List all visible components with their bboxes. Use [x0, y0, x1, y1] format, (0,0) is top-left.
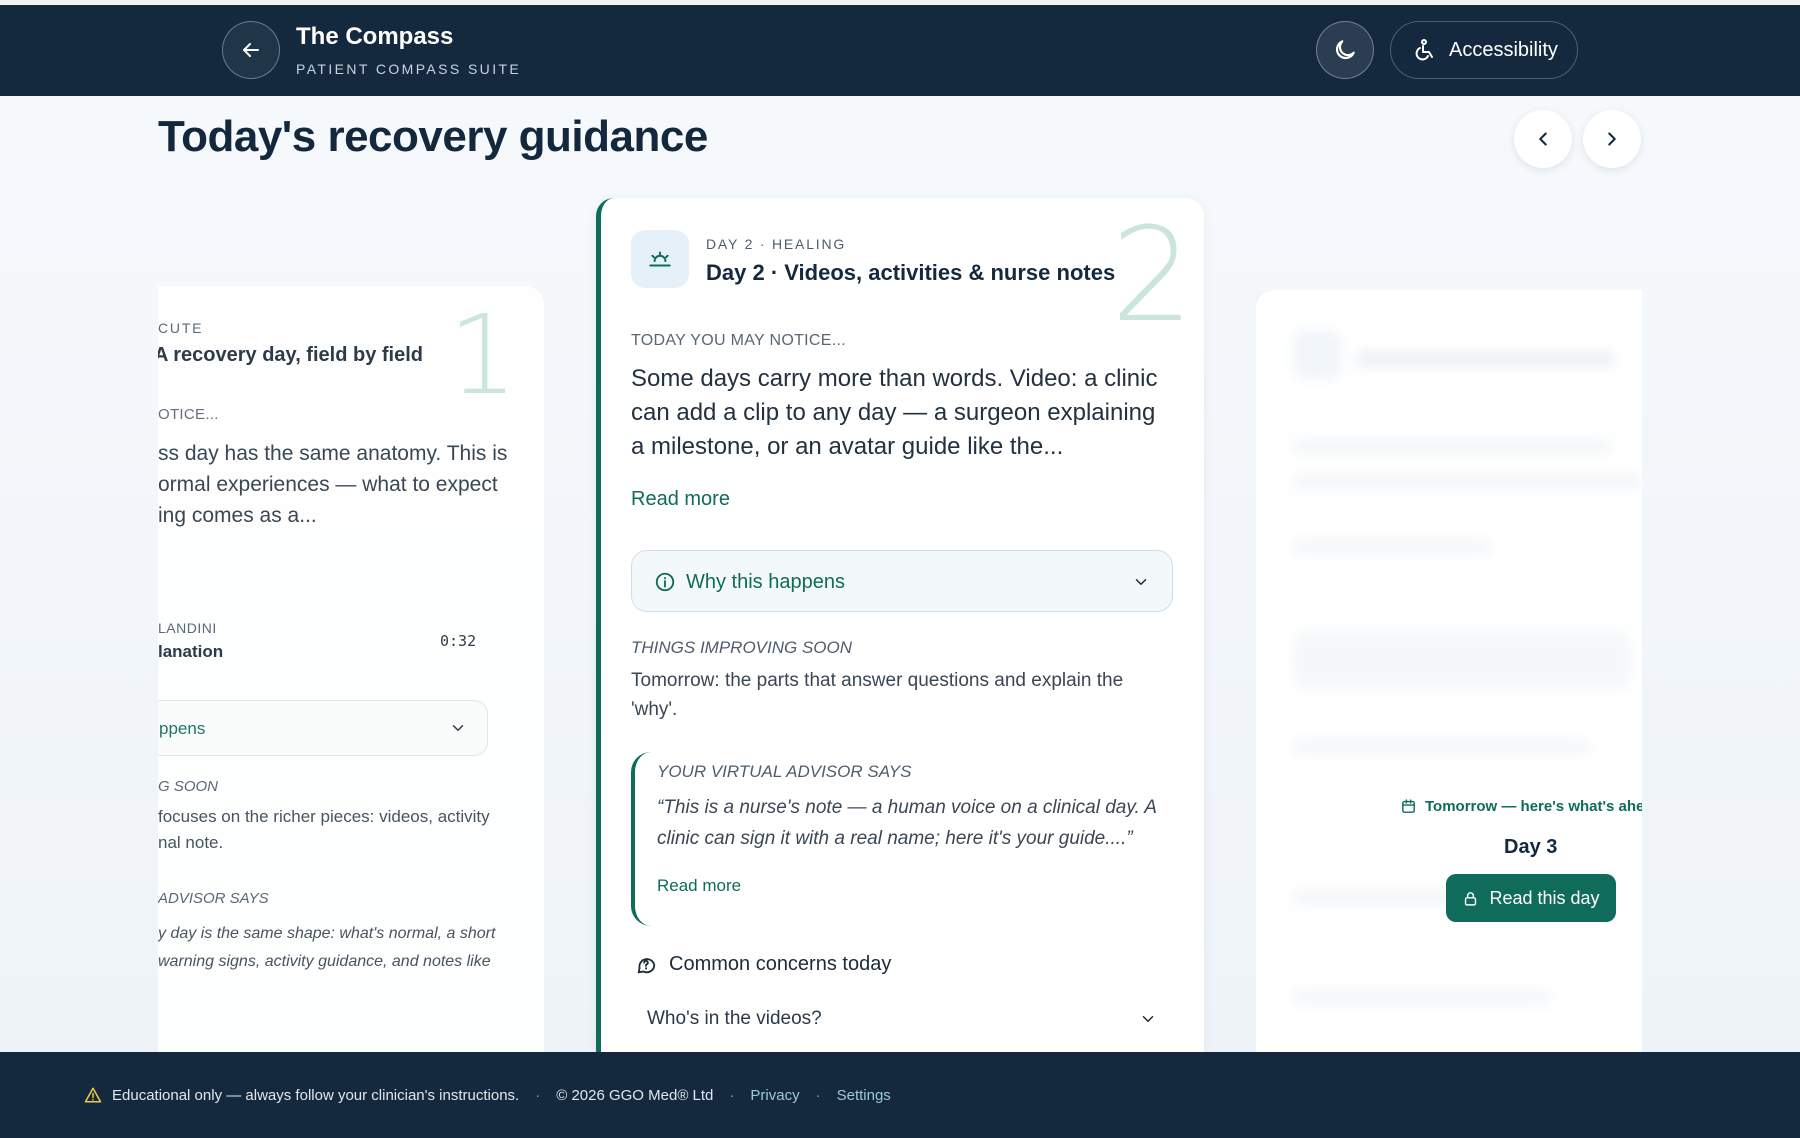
improving-line: focuses on the richer pieces: videos, ac…: [158, 807, 490, 826]
notice-text: Some days carry more than words. Video: …: [631, 365, 1158, 460]
separator: ·: [815, 1086, 821, 1104]
copyright-text: © 2026 GGO Med® Ltd: [556, 1086, 714, 1104]
day-title: Day 2 · Videos, activities & nurse notes: [706, 260, 1116, 285]
app-header: The Compass PATIENT COMPASS SUITE Access…: [0, 5, 1800, 96]
separator: ·: [729, 1086, 735, 1104]
theme-toggle-button[interactable]: [1316, 21, 1374, 79]
advisor-quote-block: YOUR VIRTUAL ADVISOR SAYS “This is a nur…: [631, 752, 1171, 926]
day-card-2: 2 DAY 2 · HEALING Day 2 · Videos, activi…: [596, 198, 1204, 1068]
chevron-right-icon: [1608, 132, 1616, 146]
sunrise-icon: [649, 251, 671, 267]
back-button[interactable]: [222, 21, 280, 79]
day-eyebrow: DAY 2 · HEALING: [706, 236, 847, 252]
advisor-quote: “This is a nurse's note — a human voice …: [657, 797, 1157, 849]
read-this-day-label: Read this day: [1489, 887, 1600, 908]
info-icon: [655, 572, 675, 592]
accessibility-button[interactable]: Accessibility: [1390, 21, 1578, 79]
why-label: Why this happens: [686, 571, 845, 593]
chevron-down-icon: [1135, 579, 1147, 585]
improving-label: G SOON: [158, 778, 219, 795]
advisor-line: y day is the same shape: what's normal, …: [158, 925, 496, 942]
day-card-1[interactable]: 1 CUTE A recovery day, field by field OT…: [158, 286, 544, 1052]
read-more-link[interactable]: Read more: [631, 488, 730, 511]
improving-text: Tomorrow: the parts that answer question…: [631, 670, 1124, 720]
arrow-left-icon: [243, 43, 259, 57]
tomorrow-preview: Tomorrow — here's what's ahe: [1400, 798, 1642, 815]
previous-day-card-viewport: 1 CUTE A recovery day, field by field OT…: [158, 286, 544, 1052]
day-number: 2: [1111, 199, 1194, 351]
advisor-read-more-link[interactable]: Read more: [657, 876, 741, 896]
improving-text: focuses on the richer pieces: videos, ac…: [158, 804, 490, 856]
next-day-card-viewport: Tomorrow — here's what's ahe Day 3 Read …: [1256, 290, 1642, 1052]
why-this-happens-toggle[interactable]: ppens: [158, 700, 488, 756]
day-eyebrow: CUTE: [158, 320, 204, 336]
next-day-label: Day 3: [1504, 836, 1558, 858]
app-subtitle: PATIENT COMPASS SUITE: [296, 61, 522, 77]
next-day-button[interactable]: [1583, 110, 1641, 168]
advisor-text: y day is the same shape: what's normal, …: [158, 920, 495, 976]
chat-bubble-icon: [637, 957, 656, 973]
improving-line: nal note.: [158, 833, 224, 852]
video-title: lanation: [158, 642, 224, 661]
accessibility-label: Accessibility: [1449, 38, 1558, 61]
notice-label: OTICE...: [158, 406, 219, 423]
chevron-down-icon: [452, 725, 464, 731]
concern-question: Who's in the videos?: [647, 1008, 822, 1029]
common-concerns-label: Common concerns today: [669, 953, 892, 975]
settings-link[interactable]: Settings: [837, 1087, 891, 1104]
chevron-left-icon: [1539, 132, 1547, 146]
concern-item[interactable]: Who's in the videos?: [631, 998, 1173, 1042]
privacy-link[interactable]: Privacy: [750, 1087, 799, 1104]
advisor-label: ADVISOR SAYS: [158, 890, 269, 907]
chevron-down-icon: [1142, 1016, 1154, 1022]
app-title: The Compass: [296, 23, 454, 50]
notice-text: ss day has the same anatomy. This is orm…: [158, 438, 507, 531]
calendar-icon: [1402, 799, 1415, 813]
accessibility-icon: [1415, 39, 1433, 61]
moon-icon: [1335, 40, 1355, 60]
why-label: ppens: [159, 719, 206, 738]
why-this-happens-toggle[interactable]: Why this happens: [631, 550, 1173, 612]
day-icon-badge: [631, 230, 689, 288]
notice-line: ing comes as a...: [158, 504, 317, 527]
day-number: 1: [448, 291, 518, 419]
day-card-3: Tomorrow — here's what's ahe Day 3 Read …: [1256, 290, 1642, 1052]
blurred-preview: [1256, 290, 1642, 1052]
tomorrow-label: Tomorrow — here's what's ahe: [1425, 798, 1642, 815]
advisor-label: YOUR VIRTUAL ADVISOR SAYS: [657, 762, 912, 781]
common-concerns-header: Common concerns today: [635, 953, 891, 976]
advisor-line: warning signs, activity guidance, and no…: [158, 953, 491, 970]
video-duration: 0:32: [440, 632, 477, 650]
day-title: A recovery day, field by field: [158, 344, 423, 366]
page-title: Today's recovery guidance: [158, 112, 708, 161]
video-author: LANDINI: [158, 620, 217, 636]
disclaimer-text: Educational only — always follow your cl…: [112, 1086, 520, 1104]
warning-icon: [84, 1087, 102, 1103]
lock-icon: [1465, 891, 1477, 906]
previous-day-button[interactable]: [1514, 110, 1572, 168]
improving-label: THINGS IMPROVING SOON: [631, 638, 853, 657]
read-this-day-button[interactable]: Read this day: [1446, 874, 1616, 922]
app-footer: Educational only — always follow your cl…: [0, 1052, 1800, 1138]
separator: ·: [535, 1086, 541, 1104]
notice-label: TODAY YOU MAY NOTICE...: [631, 332, 846, 349]
notice-line: ormal experiences — what to expect: [158, 473, 498, 496]
notice-line: ss day has the same anatomy. This is: [158, 442, 508, 465]
